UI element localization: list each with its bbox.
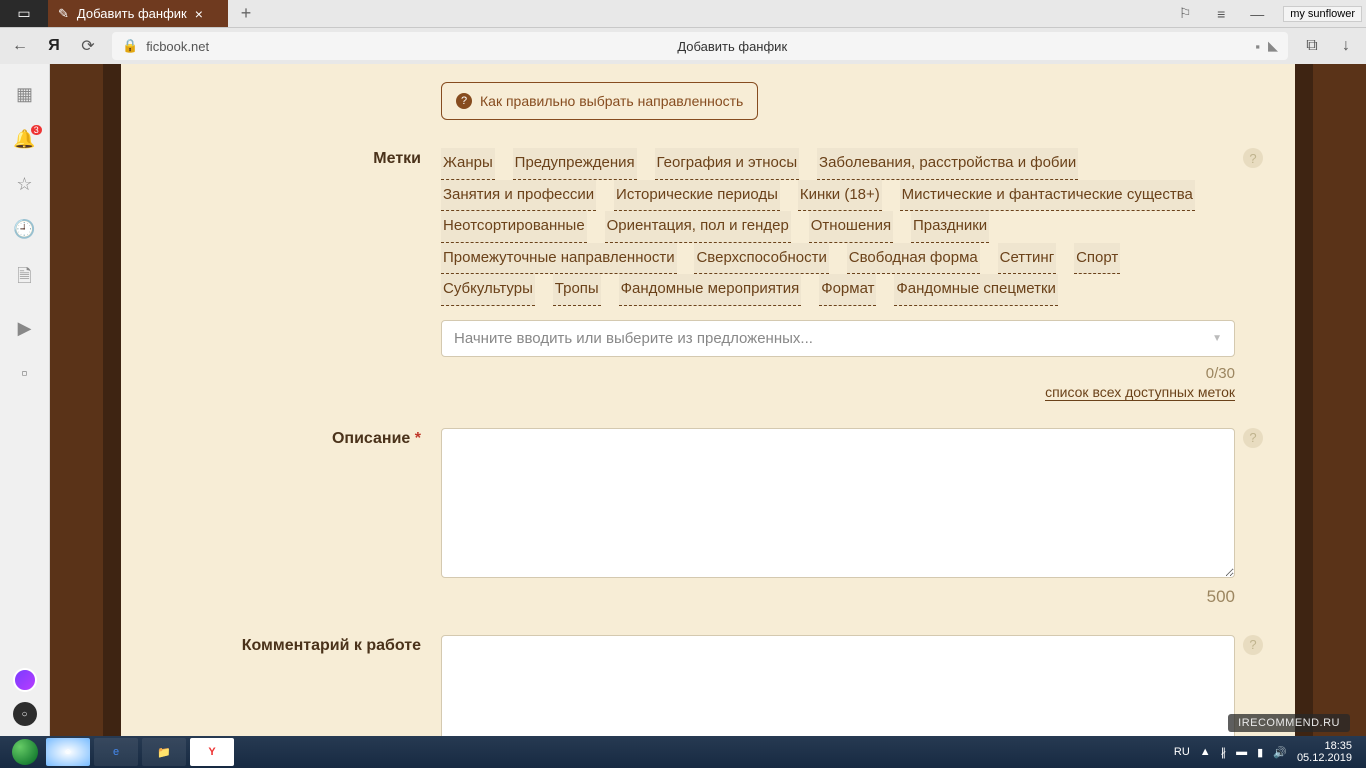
comment-help-icon[interactable]: ? [1243, 635, 1263, 655]
notifications-icon[interactable]: 🔔3 [13, 129, 35, 150]
tag-category-link[interactable]: Сверхспособности [694, 243, 828, 275]
comment-row: Комментарий к работе ? [181, 635, 1235, 737]
tag-category-link[interactable]: Заболевания, расстройства и фобии [817, 148, 1078, 180]
tags-help-icon[interactable]: ? [1243, 148, 1263, 168]
tray-bluetooth-icon[interactable]: ∦ [1221, 746, 1227, 759]
tag-category-link[interactable]: Праздники [911, 211, 989, 243]
browser-tab[interactable]: ✎ Добавить фанфик × [48, 0, 228, 27]
task-ie[interactable]: e [94, 738, 138, 766]
notif-badge: 3 [31, 125, 42, 135]
close-tab-icon[interactable]: × [195, 6, 203, 22]
tag-category-link[interactable]: Промежуточные направленности [441, 243, 677, 275]
tag-category-link[interactable]: Кинки (18+) [798, 180, 882, 212]
direction-help-box[interactable]: ? Как правильно выбрать направленность [441, 82, 758, 120]
history-icon[interactable]: 🕘 [13, 219, 35, 240]
yandex-logo-icon[interactable]: Я [44, 37, 64, 55]
tag-category-link[interactable]: Формат [819, 274, 876, 306]
pin-icon[interactable]: ⚐ [1167, 5, 1203, 22]
task-explorer[interactable]: 📁 [142, 738, 186, 766]
tray-battery-icon[interactable]: ▬ [1236, 746, 1247, 758]
url-input[interactable]: 🔒 ficbook.net Добавить фанфик ▪ ◣ [112, 32, 1288, 60]
downloads-icon[interactable]: ↓ [1336, 37, 1356, 55]
tag-category-link[interactable]: Мистические и фантастические существа [900, 180, 1195, 212]
media-icon[interactable]: ▶ [18, 318, 32, 339]
browser-sidebar: ▦ 🔔3 ☆ 🕘 🗎 ▶ ▫ ○ [0, 64, 50, 736]
minimize-button[interactable]: — [1239, 6, 1275, 22]
tag-category-link[interactable]: Неотсортированные [441, 211, 587, 243]
tag-category-link[interactable]: Занятия и профессии [441, 180, 596, 212]
apps-icon[interactable]: ▦ [16, 84, 33, 105]
tag-category-link[interactable]: География и этносы [655, 148, 800, 180]
extensions-icon[interactable]: ⧉ [1302, 37, 1322, 55]
chat-icon[interactable]: ▪ [1255, 39, 1260, 54]
new-tab-button[interactable]: + [228, 0, 264, 27]
collections-icon[interactable]: ▫ [21, 363, 27, 384]
description-counter: 500 [441, 587, 1235, 607]
tags-placeholder: Начните вводить или выберите из предложе… [454, 330, 813, 347]
description-label: Описание * [181, 428, 441, 448]
lock-icon: 🔒 [122, 38, 138, 54]
tag-categories: Жанры Предупреждения География и этносы … [441, 148, 1235, 306]
back-button[interactable]: ← [10, 37, 30, 55]
url-domain: ficbook.net [146, 39, 209, 54]
notes-icon[interactable]: 🗎 [17, 264, 31, 294]
titlebar: ▭ ✎ Добавить фанфик × + ⚐ ≡ — my sunflow… [0, 0, 1366, 28]
description-textarea[interactable] [441, 428, 1235, 578]
bookmarks-icon[interactable]: ☆ [16, 174, 32, 195]
feather-icon: ✎ [58, 6, 69, 22]
tag-category-link[interactable]: Сеттинг [998, 243, 1057, 275]
tags-select[interactable]: Начните вводить или выберите из предложе… [441, 320, 1235, 357]
tray-volume-icon[interactable]: 🔊 [1273, 746, 1287, 759]
tray-clock[interactable]: 18:35 05.12.2019 [1297, 740, 1352, 764]
reload-button[interactable]: ⟳ [78, 36, 98, 56]
tray-network-icon[interactable]: ▮ [1257, 746, 1263, 759]
menu-icon[interactable]: ≡ [1203, 6, 1239, 22]
system-tray: RU ▲ ∦ ▬ ▮ 🔊 18:35 05.12.2019 [1174, 740, 1360, 764]
tab-title: Добавить фанфик [77, 6, 187, 21]
bookmark-flag-icon[interactable]: ◣ [1268, 38, 1278, 54]
question-icon: ? [456, 93, 472, 109]
tag-category-link[interactable]: Субкультуры [441, 274, 535, 306]
tag-category-link[interactable]: Исторические периоды [614, 180, 780, 212]
tags-row: Метки ? Жанры Предупреждения География и… [181, 148, 1235, 400]
alice-assistant-icon[interactable] [13, 668, 37, 692]
description-row: Описание * ? 500 [181, 428, 1235, 607]
start-button[interactable] [6, 738, 44, 766]
app-menu-icon[interactable]: ▭ [0, 0, 48, 27]
tray-lang[interactable]: RU [1174, 746, 1190, 758]
description-help-icon[interactable]: ? [1243, 428, 1263, 448]
watermark: IRECOMMEND.RU [1228, 714, 1350, 732]
comment-label: Комментарий к работе [181, 635, 441, 655]
tag-category-link[interactable]: Тропы [553, 274, 601, 306]
task-yandex[interactable]: Y [190, 738, 234, 766]
tags-label: Метки [181, 148, 441, 168]
info-label: Как правильно выбрать направленность [480, 93, 743, 109]
required-star: * [415, 430, 421, 447]
tag-category-link[interactable]: Ориентация, пол и гендер [605, 211, 791, 243]
tag-category-link[interactable]: Предупреждения [513, 148, 637, 180]
tray-flag-icon[interactable]: ▲ [1200, 746, 1211, 758]
tag-category-link[interactable]: Фандомные мероприятия [619, 274, 802, 306]
all-tags-link[interactable]: список всех доступных меток [1045, 384, 1235, 401]
tag-category-link[interactable]: Спорт [1074, 243, 1120, 275]
tag-category-link[interactable]: Жанры [441, 148, 495, 180]
addressbar: ← Я ⟳ 🔒 ficbook.net Добавить фанфик ▪ ◣ … [0, 28, 1366, 64]
taskbar: ○ e 📁 Y RU ▲ ∦ ▬ ▮ 🔊 18:35 05.12.2019 [0, 736, 1366, 768]
form-container: ? Как правильно выбрать направленность М… [103, 64, 1313, 736]
chevron-down-icon: ▼ [1212, 333, 1222, 344]
task-app1[interactable]: ○ [46, 738, 90, 766]
yandex-services-icon[interactable]: ○ [13, 702, 37, 726]
tag-category-link[interactable]: Свободная форма [847, 243, 980, 275]
comment-textarea[interactable] [441, 635, 1235, 737]
page-title: Добавить фанфик [217, 39, 1247, 54]
page-content[interactable]: ? Как правильно выбрать направленность М… [50, 64, 1366, 736]
tag-category-link[interactable]: Отношения [809, 211, 893, 243]
username-label: my sunflower [1283, 6, 1362, 22]
tag-category-link[interactable]: Фандомные спецметки [894, 274, 1058, 306]
tags-counter: 0/30 [441, 365, 1235, 382]
main-area: ▦ 🔔3 ☆ 🕘 🗎 ▶ ▫ ○ ? Как правильно выбрать… [0, 64, 1366, 736]
